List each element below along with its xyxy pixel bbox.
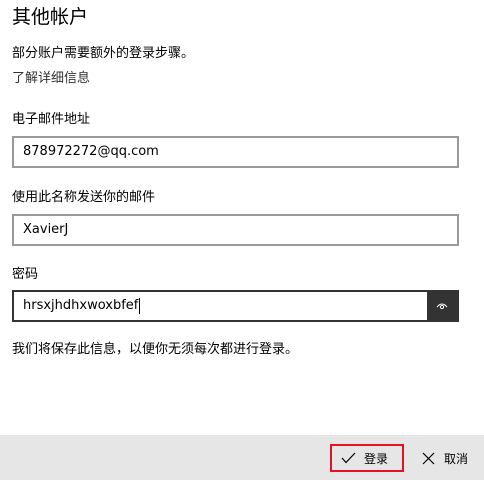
display-name-value: XavierJ (23, 222, 69, 237)
dialog-description: 部分账户需要额外的登录步骤。 (12, 46, 195, 61)
dialog-title: 其他帐户 (12, 6, 89, 28)
close-icon (420, 450, 436, 466)
save-info-note: 我们将保存此信息，以便你无须每次都进行登录。 (12, 342, 299, 357)
password-value: hrsxjhdhxwoxbfef (23, 298, 139, 313)
reveal-password-button[interactable] (427, 292, 457, 320)
password-value-wrap: hrsxjhdhxwoxbfef (14, 297, 427, 315)
dialog-footer: 登录 取消 (0, 435, 484, 480)
email-label: 电子邮件地址 (12, 112, 91, 127)
password-label: 密码 (12, 267, 39, 282)
display-name-label: 使用此名称发送你的邮件 (12, 190, 156, 205)
display-name-field[interactable]: XavierJ (12, 214, 459, 246)
cancel-label: 取消 (444, 451, 469, 466)
account-dialog: 其他帐户 部分账户需要额外的登录步骤。 了解详细信息 电子邮件地址 878972… (0, 0, 484, 480)
login-button[interactable]: 登录 (330, 444, 404, 472)
login-label: 登录 (364, 451, 389, 466)
text-caret (139, 298, 141, 314)
email-field[interactable]: 878972272@qq.com (12, 136, 459, 168)
cancel-button[interactable]: 取消 (414, 444, 480, 472)
checkmark-icon (340, 450, 356, 466)
learn-more-link[interactable]: 了解详细信息 (12, 70, 90, 88)
eye-icon (436, 303, 448, 310)
password-field[interactable]: hrsxjhdhxwoxbfef (12, 290, 459, 322)
email-value: 878972272@qq.com (23, 144, 159, 159)
